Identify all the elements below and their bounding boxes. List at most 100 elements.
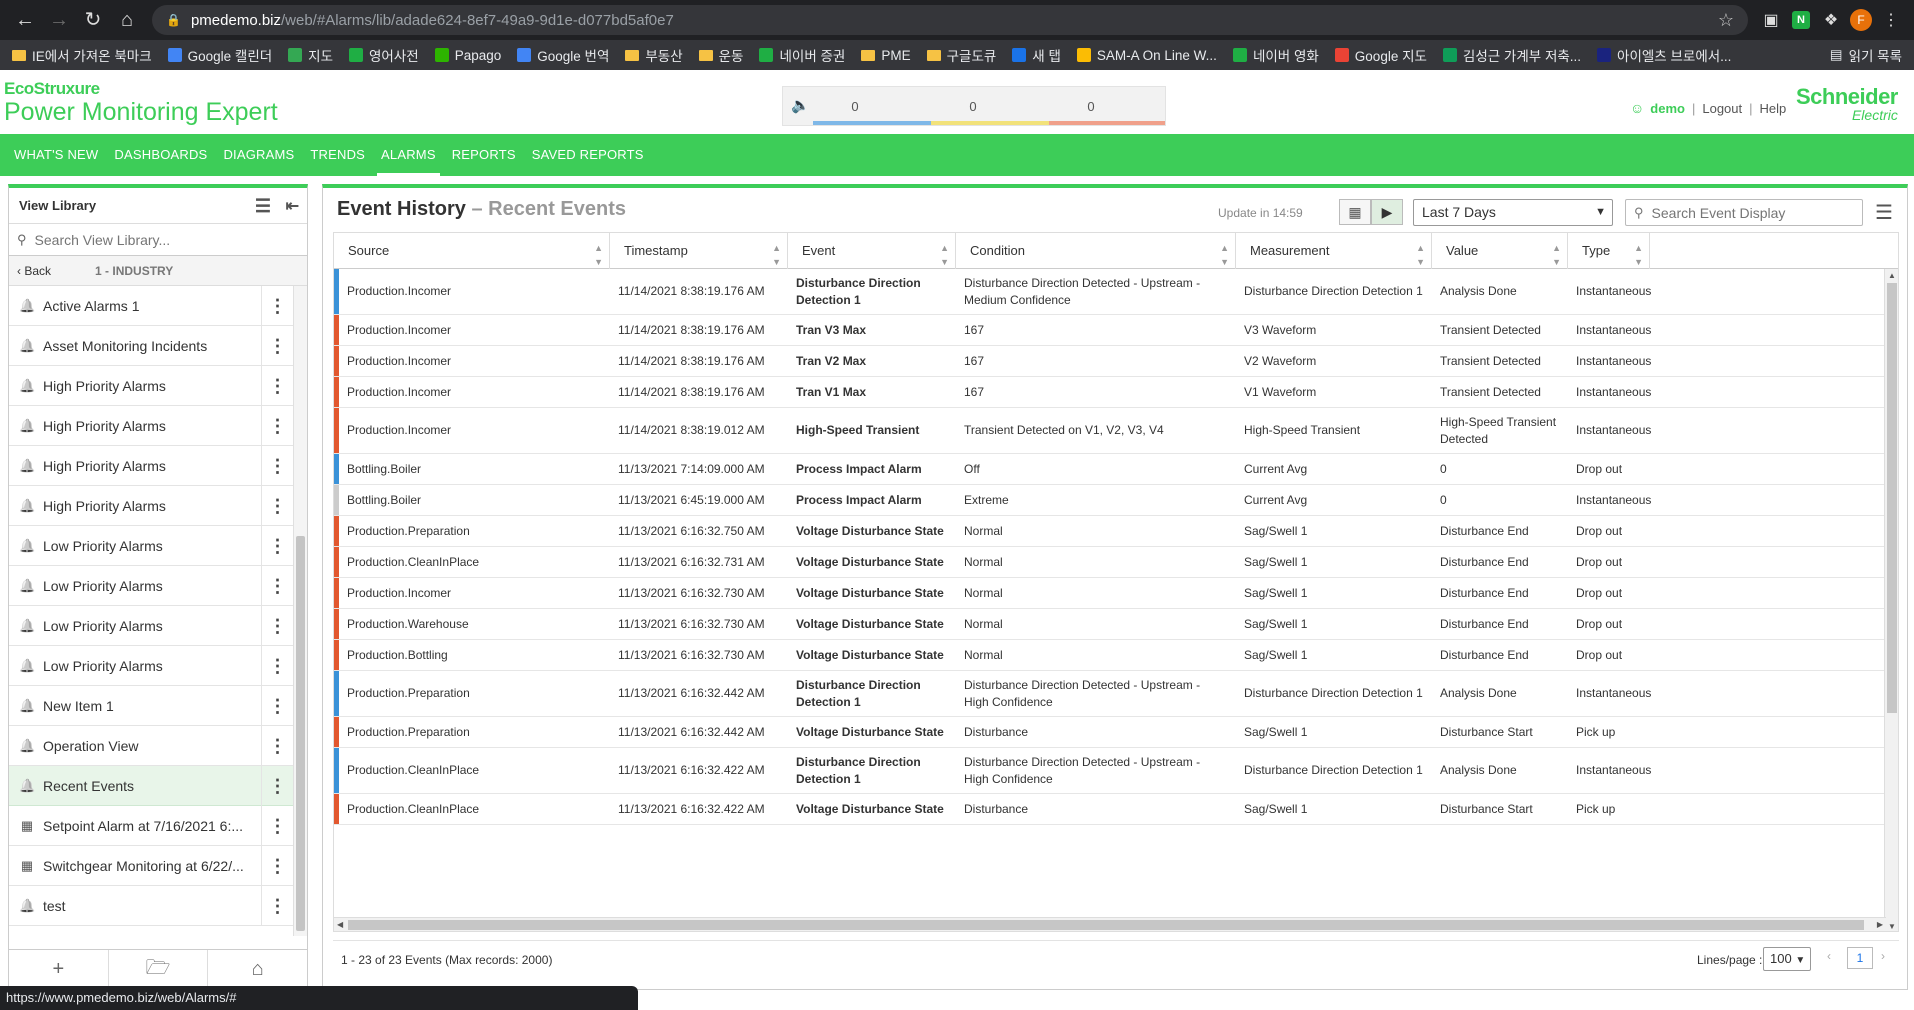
nav-trends[interactable]: TRENDS (302, 134, 373, 176)
item-menu-icon[interactable]: ⋮ (261, 646, 293, 686)
add-view-icon[interactable]: + (9, 950, 109, 989)
lines-per-page-select[interactable]: 100 ▼ (1763, 947, 1811, 971)
sidebar-item[interactable]: 🔔 High Priority Alarms ⋮ (9, 366, 293, 406)
profile-avatar[interactable]: F (1846, 5, 1876, 35)
table-row[interactable]: Production.Incomer 11/14/2021 8:38:19.012… (334, 408, 1898, 454)
sidebar-item[interactable]: 🔔 Low Priority Alarms ⋮ (9, 646, 293, 686)
table-row[interactable]: Production.Incomer 11/14/2021 8:38:19.176… (334, 346, 1898, 377)
home-view-icon[interactable]: ⌂ (208, 950, 307, 989)
sort-icon[interactable]: ▲ ▼ (940, 233, 949, 269)
item-menu-icon[interactable]: ⋮ (261, 366, 293, 406)
logout-link[interactable]: Logout (1702, 101, 1742, 116)
sidebar-item[interactable]: 🔔 test ⋮ (9, 886, 293, 926)
item-menu-icon[interactable]: ⋮ (261, 606, 293, 646)
forward-arrow-icon[interactable]: → (42, 0, 76, 40)
nav-diagrams[interactable]: DIAGRAMS (215, 134, 302, 176)
sidebar-item[interactable]: 🔔 High Priority Alarms ⋮ (9, 406, 293, 446)
kebab-menu-icon[interactable]: ⋮ (1876, 5, 1906, 35)
bookmark-item[interactable]: Google 번역 (517, 45, 609, 65)
bookmark-star-icon[interactable]: ☆ (1718, 10, 1734, 31)
nav-reports[interactable]: REPORTS (444, 134, 524, 176)
scrollbar-thumb[interactable] (1887, 283, 1897, 713)
table-row[interactable]: Production.Bottling 11/13/2021 6:16:32.73… (334, 640, 1898, 671)
bookmark-item[interactable]: 부동산 (625, 45, 683, 65)
sidebar-item[interactable]: 🔔 High Priority Alarms ⋮ (9, 486, 293, 526)
bookmark-item[interactable]: 아이엘츠 브로에서... (1597, 45, 1731, 65)
scroll-right-icon[interactable]: ▶ (1877, 918, 1883, 931)
item-menu-icon[interactable]: ⋮ (261, 286, 293, 326)
table-row[interactable]: Production.Preparation 11/13/2021 6:16:32… (334, 516, 1898, 547)
sort-icon[interactable]: ▲ ▼ (594, 233, 603, 269)
sort-icon[interactable]: ▲ ▼ (1552, 233, 1561, 269)
extension-icon[interactable]: ▣ (1756, 5, 1786, 35)
sidebar-item[interactable]: 🔔 Active Alarms 1 ⋮ (9, 286, 293, 326)
sidebar-item[interactable]: 🔔 High Priority Alarms ⋮ (9, 446, 293, 486)
column-header-event[interactable]: Event ▲ ▼ (788, 233, 956, 269)
panel-menu-icon[interactable]: ☰ (1875, 200, 1893, 225)
item-menu-icon[interactable]: ⋮ (261, 726, 293, 766)
home-icon[interactable]: ⌂ (110, 0, 144, 40)
item-menu-icon[interactable]: ⋮ (261, 806, 293, 846)
bookmark-item[interactable]: SAM-A On Line W... (1076, 48, 1217, 63)
bookmark-item[interactable]: 네이버 영화 (1232, 45, 1319, 65)
sidebar-item[interactable]: 🔔 Low Priority Alarms ⋮ (9, 566, 293, 606)
table-row[interactable]: Production.CleanInPlace 11/13/2021 6:16:3… (334, 748, 1898, 794)
nav-saved-reports[interactable]: SAVED REPORTS (524, 134, 652, 176)
bookmark-item[interactable]: 영어사전 (349, 45, 419, 65)
alarm-counter[interactable]: 🔈 0 0 0 (782, 86, 1166, 126)
date-range-select[interactable]: Last 7 Days ▼ (1413, 199, 1613, 226)
item-menu-icon[interactable]: ⋮ (261, 566, 293, 606)
scrollbar-thumb[interactable] (348, 920, 1864, 930)
item-menu-icon[interactable]: ⋮ (261, 846, 293, 886)
sidebar-item[interactable]: ▦ Setpoint Alarm at 7/16/2021 6:... ⋮ (9, 806, 293, 846)
puzzle-icon[interactable]: ❖ (1816, 5, 1846, 35)
table-row[interactable]: Production.CleanInPlace 11/13/2021 6:16:3… (334, 794, 1898, 825)
hamburger-icon[interactable]: ☰ (255, 196, 271, 217)
bookmark-item[interactable]: Google 캘린더 (167, 45, 272, 65)
column-header-source[interactable]: Source ▲ ▼ (334, 233, 610, 269)
nav-alarms[interactable]: ALARMS (373, 134, 444, 176)
bookmark-item[interactable]: 구글도큐 (926, 45, 996, 65)
collapse-sidebar-icon[interactable]: ⇤ (286, 196, 299, 216)
speaker-icon[interactable]: 🔈 (791, 96, 810, 114)
nav-dashboards[interactable]: DASHBOARDS (106, 134, 215, 176)
back-arrow-icon[interactable]: ← (8, 0, 42, 40)
page-number[interactable]: 1 (1847, 947, 1873, 969)
table-row[interactable]: Production.CleanInPlace 11/13/2021 6:16:3… (334, 547, 1898, 578)
bookmark-item[interactable]: 네이버 증권 (759, 45, 845, 65)
vertical-scrollbar[interactable]: ▲ ▼ (1884, 269, 1898, 931)
sort-icon[interactable]: ▲ ▼ (1416, 233, 1425, 269)
column-header-value[interactable]: Value ▲ ▼ (1432, 233, 1568, 269)
table-row[interactable]: Production.Incomer 11/14/2021 8:38:19.176… (334, 377, 1898, 408)
table-row[interactable]: Production.Incomer 11/14/2021 8:38:19.176… (334, 269, 1898, 315)
column-header-measurement[interactable]: Measurement ▲ ▼ (1236, 233, 1432, 269)
sort-icon[interactable]: ▲ ▼ (1220, 233, 1229, 269)
column-header-type[interactable]: Type ▲ ▼ (1568, 233, 1650, 269)
item-menu-icon[interactable]: ⋮ (261, 446, 293, 486)
help-link[interactable]: Help (1760, 101, 1787, 116)
reload-icon[interactable]: ↻ (76, 0, 110, 40)
sidebar-item[interactable]: 🔔 New Item 1 ⋮ (9, 686, 293, 726)
item-menu-icon[interactable]: ⋮ (261, 486, 293, 526)
item-menu-icon[interactable]: ⋮ (261, 886, 293, 926)
bookmark-item[interactable]: 새 탭 (1012, 45, 1061, 65)
sidebar-item[interactable]: 🔔 Operation View ⋮ (9, 726, 293, 766)
bookmark-item[interactable]: PME (861, 48, 911, 63)
scrollbar-thumb[interactable] (296, 536, 305, 931)
sort-icon[interactable]: ▲ ▼ (1634, 233, 1643, 269)
event-search-input[interactable] (1651, 204, 1842, 221)
sidebar-item[interactable]: 🔔 Recent Events ⋮ (9, 766, 293, 806)
nav-what-s-new[interactable]: WHAT'S NEW (6, 134, 106, 176)
add-folder-icon[interactable]: 🗁 (109, 950, 209, 989)
sidebar-item[interactable]: ▦ Switchgear Monitoring at 6/22/... ⋮ (9, 846, 293, 886)
horizontal-scrollbar[interactable]: ◀ ▶ (334, 917, 1886, 931)
username-link[interactable]: demo (1650, 101, 1685, 116)
item-menu-icon[interactable]: ⋮ (261, 326, 293, 366)
item-menu-icon[interactable]: ⋮ (261, 766, 293, 806)
bookmark-item[interactable]: Google 지도 (1334, 45, 1427, 65)
bookmark-item[interactable]: IE에서 가져온 북마크 (12, 45, 152, 65)
reading-list-button[interactable]: ▤ 읽기 목록 (1830, 45, 1902, 65)
address-bar[interactable]: 🔒 pmedemo.biz /web/#Alarms/lib/adade624-… (152, 5, 1748, 35)
scroll-left-icon[interactable]: ◀ (337, 918, 343, 931)
table-row[interactable]: Production.Preparation 11/13/2021 6:16:32… (334, 717, 1898, 748)
